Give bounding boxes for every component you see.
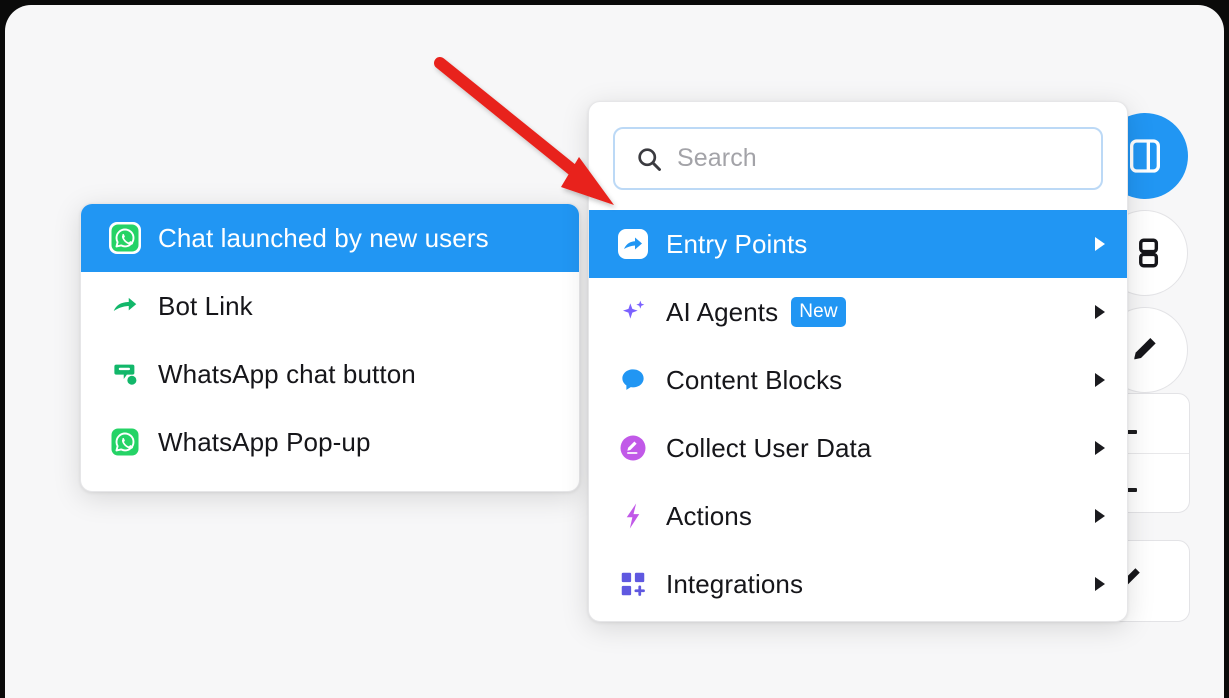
whatsapp-chat-button-icon	[108, 357, 142, 391]
menu-item-label: Collect User Data	[666, 432, 872, 463]
menu-item-whatsapp-pop-up[interactable]: WhatsApp Pop-up	[81, 408, 579, 476]
menu-item-label: Chat launched by new users	[158, 222, 489, 253]
chat-bubble-icon	[616, 363, 650, 397]
block-picker-menu[interactable]: Search Entry Points AI Agents New Conten…	[588, 101, 1128, 622]
search-icon	[638, 147, 661, 171]
screenshot-root: Chat launched by new users Bot Link What…	[0, 0, 1229, 698]
duplicate-icon	[1139, 238, 1159, 268]
entry-points-icon	[616, 227, 650, 261]
menu-item-label: Integrations	[666, 568, 804, 599]
lightning-bolt-icon	[616, 499, 650, 533]
whatsapp-icon	[108, 425, 142, 459]
chevron-right-icon	[1095, 441, 1105, 455]
bot-link-arrow-icon	[108, 289, 142, 323]
search-input[interactable]: Search	[613, 127, 1103, 190]
chevron-right-icon	[1095, 577, 1105, 591]
pencil-icon	[1134, 338, 1156, 360]
sparkles-icon	[616, 295, 650, 329]
menu-item-entry-points[interactable]: Entry Points	[589, 210, 1127, 278]
menu-item-label: Content Blocks	[666, 364, 843, 395]
pencil-circle-icon	[616, 431, 650, 465]
menu-item-content-blocks[interactable]: Content Blocks	[589, 346, 1127, 414]
entry-points-submenu-list: Chat launched by new users Bot Link What…	[81, 204, 579, 476]
menu-item-bot-link[interactable]: Bot Link	[81, 272, 579, 340]
menu-item-whatsapp-chat-button[interactable]: WhatsApp chat button	[81, 340, 579, 408]
chevron-right-icon	[1095, 305, 1105, 319]
menu-item-collect-user-data[interactable]: Collect User Data	[589, 414, 1127, 482]
app-frame: Chat launched by new users Bot Link What…	[5, 5, 1224, 698]
menu-item-ai-agents[interactable]: AI Agents New	[589, 278, 1127, 346]
menu-item-integrations[interactable]: Integrations	[589, 550, 1127, 618]
menu-item-label: Entry Points	[666, 228, 808, 259]
menu-item-label: WhatsApp chat button	[158, 358, 416, 389]
whatsapp-icon	[108, 221, 142, 255]
menu-item-chat-launched-by-new-users[interactable]: Chat launched by new users	[81, 204, 579, 272]
grid-plus-icon	[616, 567, 650, 601]
search-placeholder: Search	[677, 144, 757, 172]
menu-item-actions[interactable]: Actions	[589, 482, 1127, 550]
block-picker-list: Entry Points AI Agents New Content Block…	[589, 210, 1127, 618]
menu-item-label: WhatsApp Pop-up	[158, 426, 371, 457]
entry-points-submenu[interactable]: Chat launched by new users Bot Link What…	[80, 203, 580, 492]
menu-item-label: Actions	[666, 500, 752, 531]
arrow-shaft	[434, 57, 591, 186]
chevron-right-icon	[1095, 509, 1105, 523]
chevron-right-icon	[1095, 373, 1105, 387]
menu-item-label: Bot Link	[158, 290, 253, 321]
plus-panel-icon	[1130, 139, 1160, 173]
search-container: Search	[589, 102, 1127, 210]
chevron-right-icon	[1095, 237, 1105, 251]
menu-item-label: AI Agents	[666, 296, 779, 327]
status-badge: New	[791, 297, 846, 327]
